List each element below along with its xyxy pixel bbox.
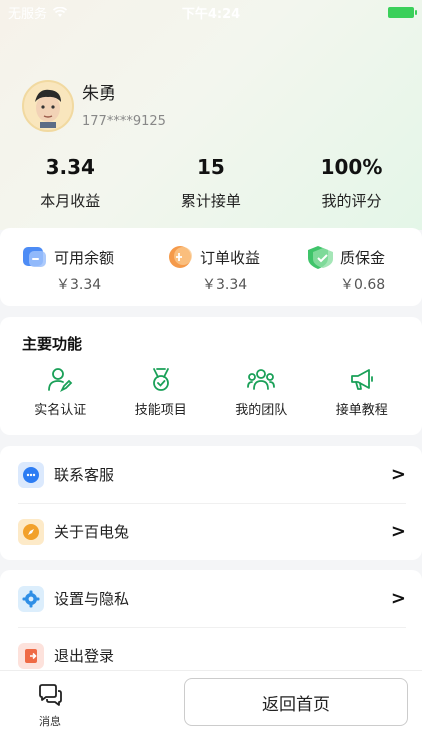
func-label: 技能项目 (134, 403, 187, 418)
func-label: 接单教程 (335, 403, 388, 418)
wallet-card: 可用余额 ￥3.34 订单收益 ￥3.34 质保金 ￥0.68 (0, 228, 422, 306)
wallet-label: 质保金 (340, 248, 386, 267)
user-phone: 177****9125 (82, 114, 166, 129)
user-name: 朱勇 (82, 84, 116, 104)
stat-label: 累计接单 (180, 192, 241, 210)
menu-item-about[interactable]: 关于百电兔 > (0, 503, 422, 560)
status-time: 下午4:24 (181, 6, 241, 22)
stat-my-rating[interactable]: 100% 我的评分 (281, 155, 422, 211)
stats-row: 3.34 本月收益 15 累计接单 100% 我的评分 (0, 155, 422, 211)
func-label: 我的团队 (235, 403, 288, 418)
stat-value: 15 (196, 155, 225, 179)
chevron-right-icon: > (390, 521, 406, 542)
avatar-portrait-icon (35, 89, 61, 128)
message-icon (39, 684, 62, 706)
func-label: 实名认证 (34, 403, 87, 418)
func-order-tutorial[interactable]: 接单教程 (317, 367, 407, 418)
back-to-home-button[interactable]: 返回首页 (184, 678, 408, 726)
menu-label: 退出登录 (54, 647, 115, 665)
menu-item-settings-privacy[interactable]: 设置与隐私 > (0, 570, 422, 627)
menu-label: 关于百电兔 (54, 523, 130, 541)
stat-value: 100% (320, 155, 383, 179)
menu-label: 联系客服 (54, 466, 115, 484)
profile-section[interactable]: 朱勇 177****9125 (22, 80, 166, 132)
team-icon (247, 369, 276, 390)
status-bar: 无服务 下午4:24 (0, 0, 422, 24)
stat-total-orders[interactable]: 15 累计接单 (141, 155, 282, 211)
func-my-team[interactable]: 我的团队 (216, 367, 306, 418)
stat-label: 本月收益 (40, 192, 101, 210)
wallet-amount: ￥3.34 (56, 277, 102, 293)
stat-label: 我的评分 (321, 192, 382, 210)
battery-icon (388, 6, 417, 18)
func-real-name-auth[interactable]: 实名认证 (15, 367, 105, 418)
wallet-label: 订单收益 (200, 248, 261, 267)
compass-icon (18, 518, 44, 545)
main-functions-card: 主要功能 实名认证 技能项目 我的团队 接单教程 (0, 317, 422, 435)
messages-label: 消息 (39, 715, 61, 728)
stat-value: 3.34 (45, 155, 95, 179)
wallet-deposit[interactable]: 质保金 ￥0.68 (284, 228, 422, 306)
avatar[interactable] (22, 80, 74, 132)
megaphone-icon (350, 369, 373, 390)
wallet-label: 可用余额 (54, 248, 115, 267)
chevron-right-icon: > (390, 464, 406, 485)
user-edit-icon (48, 368, 73, 393)
shield-icon (308, 246, 333, 269)
menu-item-contact-support[interactable]: 联系客服 > (0, 446, 422, 503)
bottom-bar: 消息 返回首页 (0, 670, 422, 750)
wallet-available-balance[interactable]: 可用余额 ￥3.34 (0, 228, 138, 306)
section-title: 主要功能 (22, 335, 83, 353)
chat-icon (18, 461, 44, 488)
logout-icon (18, 642, 44, 669)
gear-icon (18, 585, 44, 612)
wallet-order-income[interactable]: 订单收益 ￥3.34 (138, 228, 284, 306)
menu-group-2: 设置与隐私 > 退出登录 (0, 570, 422, 684)
chevron-right-icon: > (390, 588, 406, 609)
stat-monthly-income[interactable]: 3.34 本月收益 (0, 155, 141, 211)
menu-label: 设置与隐私 (54, 590, 130, 608)
wallet-amount: ￥3.34 (202, 277, 248, 293)
wallet-amount: ￥0.68 (340, 277, 386, 293)
medal-icon (152, 368, 169, 391)
wallet-icon (23, 247, 46, 267)
messages-tab[interactable]: 消息 (30, 683, 70, 729)
func-skill-projects[interactable]: 技能项目 (116, 367, 206, 418)
menu-group-1: 联系客服 > 关于百电兔 > (0, 446, 422, 560)
coin-icon (169, 246, 192, 268)
